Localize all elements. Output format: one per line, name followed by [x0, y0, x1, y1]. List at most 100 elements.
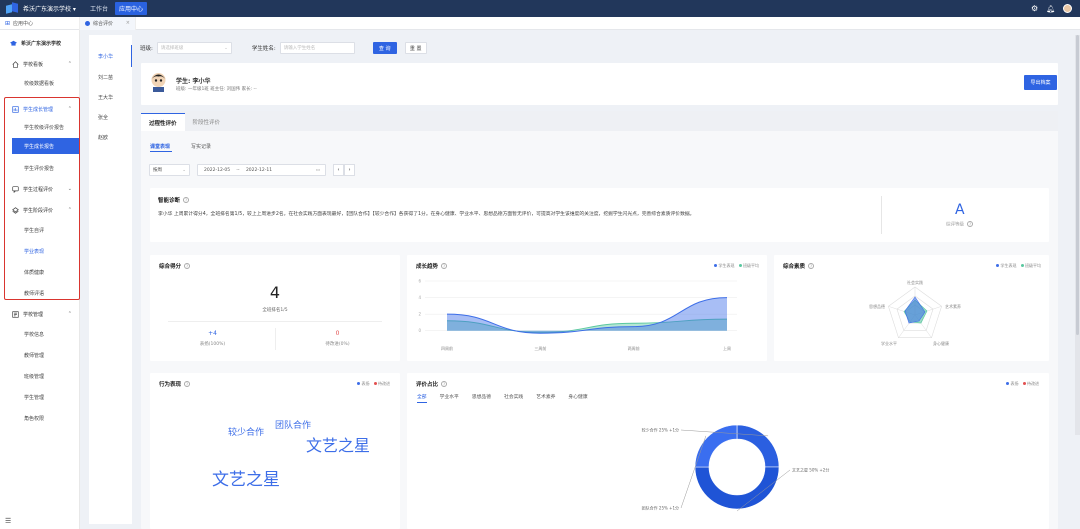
- ratio-card: 评价占比? 表扬 待改进 全部 学业水平 思想品德 社会实践 艺术素养 身心健康…: [407, 373, 1049, 529]
- help-icon[interactable]: ?: [441, 381, 448, 387]
- behavior-card: 行为表现? 表扬 待改进 团队合作 较少合作 文艺之星 文艺之星: [150, 373, 400, 529]
- x-tick-label: 上周: [723, 345, 731, 351]
- reset-button[interactable]: 重 置: [404, 42, 427, 54]
- help-icon[interactable]: ?: [183, 197, 190, 203]
- collapse-menu-icon[interactable]: ☰: [5, 517, 11, 525]
- close-icon[interactable]: ×: [126, 20, 130, 26]
- sidebar-group-label: 学校管理: [23, 311, 44, 318]
- help-icon[interactable]: ?: [184, 381, 191, 387]
- ratio-tab[interactable]: 思想品德: [472, 393, 491, 403]
- building-icon: [12, 310, 19, 318]
- x-tick-label: 两周前: [628, 345, 640, 351]
- student-item[interactable]: 王大华: [89, 87, 132, 107]
- ratio-legend: 表扬 待改进: [1006, 381, 1039, 387]
- prev-week-button[interactable]: ‹: [333, 164, 344, 176]
- score-title: 综合得分: [159, 264, 182, 270]
- grade-label: 综评等级?: [946, 221, 973, 228]
- trend-chart: 0 2 4 6 四周前 三周前 两周前 上周: [418, 279, 737, 351]
- nav-app-center[interactable]: 应用中心: [114, 2, 147, 15]
- student-item[interactable]: 张全: [89, 107, 132, 127]
- eval-tab-icon: [85, 20, 90, 26]
- sidebar-item-role-permission[interactable]: 角色权限: [0, 410, 80, 426]
- date-range-picker[interactable]: 2022-12-05 ~ 2022-12-11 ▭: [197, 164, 326, 176]
- sidebar-group-dashboard[interactable]: 学校看板 ⌃: [0, 57, 80, 71]
- student-name-input[interactable]: 请输入学生姓名: [279, 42, 355, 54]
- tab-process-eval[interactable]: 过程性评价: [141, 113, 185, 131]
- bell-icon[interactable]: 🔔︎: [1046, 5, 1055, 13]
- filter-bar: 班级: 请选择班级 ⌄ 学生姓名: 请输入学生姓名 查 询 重 置: [132, 35, 1080, 61]
- word-cloud-item: 文艺之星: [306, 436, 371, 455]
- donut-label: 文艺之星 50% +2分: [792, 467, 829, 473]
- avatar[interactable]: [1063, 4, 1072, 13]
- page-scrollbar[interactable]: [1075, 35, 1080, 435]
- help-icon[interactable]: ?: [808, 263, 815, 269]
- highlight-box: [4, 97, 80, 300]
- legend-class: 班级平均: [738, 263, 759, 269]
- y-tick-label: 2: [418, 312, 421, 317]
- help-icon[interactable]: ?: [184, 263, 191, 269]
- donut-slice: [736, 424, 780, 468]
- sidebar-item-teacher-mgmt[interactable]: 教师管理: [0, 347, 80, 363]
- ratio-tab[interactable]: 身心健康: [568, 393, 587, 403]
- student-item[interactable]: 李小华: [89, 45, 132, 67]
- sidebar-group-label: 学校看板: [23, 61, 44, 68]
- student-profile-card: 学生: 李小华 班级: 一年级1班 班主任: 刘国伟 家长: -- 导出档案: [141, 63, 1058, 105]
- class-label: 班级:: [140, 46, 153, 52]
- student-item[interactable]: 刘二苗: [89, 67, 132, 87]
- ratio-tab[interactable]: 艺术素养: [536, 393, 555, 403]
- subtab-records[interactable]: 写实记录: [191, 143, 211, 150]
- sidebar-item-class-mgmt[interactable]: 班级管理: [0, 368, 80, 384]
- sidebar-school[interactable]: 希沃广东演示学校: [0, 36, 80, 50]
- help-icon[interactable]: ?: [441, 263, 448, 269]
- behavior-legend: 表扬 待改进: [357, 381, 390, 387]
- date-end: 2022-12-11: [245, 167, 273, 173]
- next-week-button[interactable]: ›: [344, 164, 355, 176]
- class-select[interactable]: 请选择班级 ⌄: [156, 42, 232, 54]
- ratio-donut-chart: 较少合作 25% +1分文艺之星 50% +2分团队合作 25% +1分: [642, 424, 829, 512]
- donut-label: 较少合作 25% +1分: [642, 427, 679, 433]
- tab-app-center[interactable]: ⊞ 应用中心: [0, 16, 80, 30]
- divider: [881, 196, 882, 234]
- calendar-icon: ▭: [315, 167, 320, 173]
- y-tick-label: 4: [418, 295, 421, 300]
- student-name: 学生: 李小华: [176, 78, 211, 85]
- sidebar-item-school-info[interactable]: 学校信息: [0, 326, 80, 342]
- sidebar-item-school-dashboard[interactable]: 校级数据看板: [0, 75, 80, 91]
- tab-label: 综合评价: [93, 20, 114, 27]
- x-tick-label: 三周前: [534, 345, 546, 351]
- legend-praise: 表扬: [357, 381, 370, 387]
- word-cloud-item: 团队合作: [275, 421, 312, 431]
- trend-card: 成长趋势? 学生表现 班级平均 0 2 4 6 四周前 三周前 两周前 上周: [407, 255, 767, 361]
- diagnosis-title: 智能诊断: [158, 198, 181, 204]
- settings-icon[interactable]: ⚙: [1031, 4, 1038, 13]
- tab-stage-eval[interactable]: 阶段性评价: [185, 113, 229, 131]
- student-item[interactable]: 赵欧: [89, 127, 132, 147]
- period-select[interactable]: 按周 ⌄: [149, 164, 190, 176]
- tab-label: 过程性评价: [149, 120, 177, 127]
- x-tick-label: 四周前: [441, 345, 453, 351]
- subtab-underline: [150, 151, 172, 152]
- legend-student: 学生表现: [996, 263, 1017, 269]
- subtab-classroom[interactable]: 课堂表现: [150, 143, 170, 150]
- sidebar-group-school-mgmt[interactable]: 学校管理 ⌃: [0, 307, 80, 321]
- ratio-tabs: 全部 学业水平 思想品德 社会实践 艺术素养 身心健康: [417, 393, 588, 403]
- ratio-tab[interactable]: 学业水平: [440, 393, 459, 403]
- chevron-up-icon: ⌃: [67, 311, 72, 317]
- word-cloud-item: 文艺之星: [212, 470, 280, 490]
- search-button[interactable]: 查 询: [372, 42, 397, 54]
- home-icon: [12, 60, 19, 68]
- export-profile-button[interactable]: 导出档案: [1024, 75, 1057, 90]
- help-icon[interactable]: ?: [967, 221, 973, 227]
- nav-workbench[interactable]: 工作台: [86, 2, 112, 15]
- diagnosis-card: 智能诊断? 李小华 上周累计得分4，全班排名第1/5，较上上周进步2名。在社会实…: [150, 188, 1049, 242]
- tab-comprehensive-eval[interactable]: 综合评价 ×: [80, 16, 136, 30]
- ratio-tab[interactable]: 社会实践: [504, 393, 523, 403]
- sidebar-item-student-mgmt[interactable]: 学生管理: [0, 389, 80, 405]
- trend-title: 成长趋势: [416, 264, 439, 270]
- y-tick-label: 0: [418, 328, 421, 333]
- ratio-title: 评价占比: [416, 382, 439, 388]
- word-cloud-item: 较少合作: [228, 428, 265, 438]
- ratio-tab[interactable]: 全部: [417, 393, 427, 403]
- school-switcher[interactable]: 希沃广东演示学校 ▾: [23, 4, 76, 13]
- eval-panel: 过程性评价 阶段性评价 课堂表现 写实记录 按周 ⌄ 2022-12-05 ~ 2…: [141, 111, 1058, 529]
